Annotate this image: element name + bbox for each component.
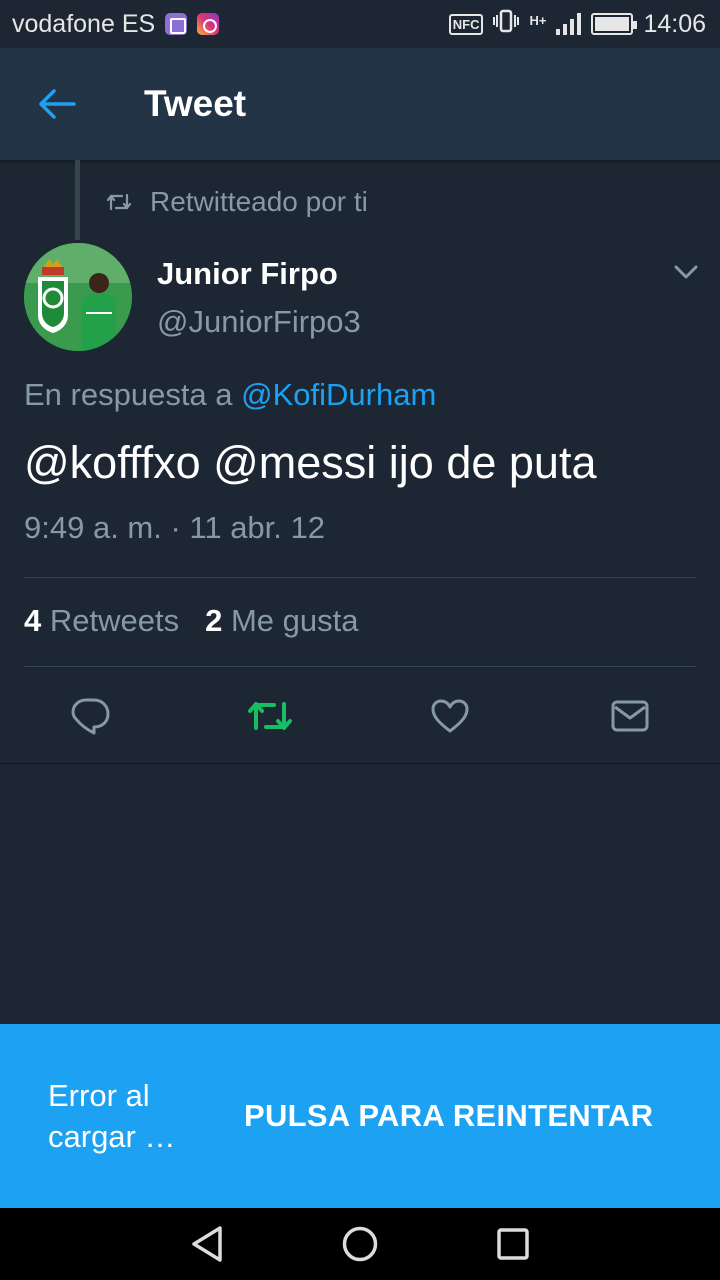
nav-back-button[interactable] <box>167 1208 247 1280</box>
reply-to-link[interactable]: @KofiDurham <box>241 377 436 412</box>
instagram-icon <box>197 13 220 35</box>
circle-home-icon <box>342 1226 378 1262</box>
nav-home-button[interactable] <box>320 1208 400 1280</box>
triangle-back-icon <box>191 1226 222 1262</box>
nav-recents-button[interactable] <box>473 1208 553 1280</box>
vibrate-icon <box>493 9 520 40</box>
snackbar-message: Error al cargar … <box>48 1078 176 1154</box>
system-nav-bar <box>0 1208 720 1280</box>
reply-button[interactable] <box>0 668 180 763</box>
page-title: Tweet <box>144 83 247 124</box>
tweet-menu-button[interactable] <box>672 260 700 284</box>
battery-icon <box>591 13 638 35</box>
divider <box>24 577 696 578</box>
arrow-left-icon <box>39 89 76 119</box>
divider <box>24 666 696 667</box>
retweeted-by-row: Retwitteado por ti <box>106 182 368 222</box>
square-recents-icon <box>497 1228 530 1260</box>
status-bar: vodafone ES NFC H+ 14:06 <box>0 0 720 48</box>
author-handle[interactable]: @JuniorFirpo3 <box>157 304 361 340</box>
app-header: Tweet <box>0 48 720 160</box>
nfc-icon: NFC <box>448 13 484 35</box>
divider <box>0 763 720 764</box>
signal-icon <box>556 13 582 35</box>
avatar[interactable] <box>24 243 132 351</box>
chevron-down-icon <box>674 265 698 279</box>
retweets-label: Retweets <box>49 603 180 638</box>
thread-line <box>75 160 80 240</box>
reply-prefix: En respuesta a <box>24 377 233 412</box>
retry-button[interactable]: PULSA PARA REINTENTAR <box>244 1098 653 1134</box>
author-name[interactable]: Junior Firpo <box>157 256 338 292</box>
retweet-icon <box>248 701 292 730</box>
error-snackbar: Error al cargar … PULSA PARA REINTENTAR <box>0 1024 720 1208</box>
direct-message-button[interactable] <box>540 668 720 763</box>
likes-stat[interactable]: 2 Me gusta <box>205 603 358 639</box>
tweet-text: @kofffxo @messi ijo de puta <box>24 437 597 488</box>
retweets-stat[interactable]: 4 Retweets <box>24 603 179 639</box>
retweets-count: 4 <box>24 603 42 638</box>
tweet-stats: 4 Retweets 2 Me gusta <box>24 603 359 639</box>
heart-icon <box>431 699 469 732</box>
gallery-icon <box>165 13 188 35</box>
clock: 14:06 <box>643 9 706 38</box>
retweeted-by-label: Retwitteado por ti <box>150 186 368 217</box>
back-button[interactable] <box>0 48 112 160</box>
likes-count: 2 <box>205 603 223 638</box>
reply-icon <box>71 698 110 734</box>
like-button[interactable] <box>360 668 540 763</box>
tweet-timestamp: 9:49 a. m. · 11 abr. 12 <box>24 510 325 545</box>
likes-label: Me gusta <box>230 603 359 638</box>
retweet-icon <box>106 193 132 211</box>
tweet-actions <box>0 668 720 763</box>
retweet-button[interactable] <box>180 668 360 763</box>
network-type: H+ <box>529 12 547 28</box>
carrier-label: vodafone ES <box>12 9 156 38</box>
reply-context: En respuesta a @KofiDurham <box>24 377 436 413</box>
envelope-icon <box>611 700 649 731</box>
